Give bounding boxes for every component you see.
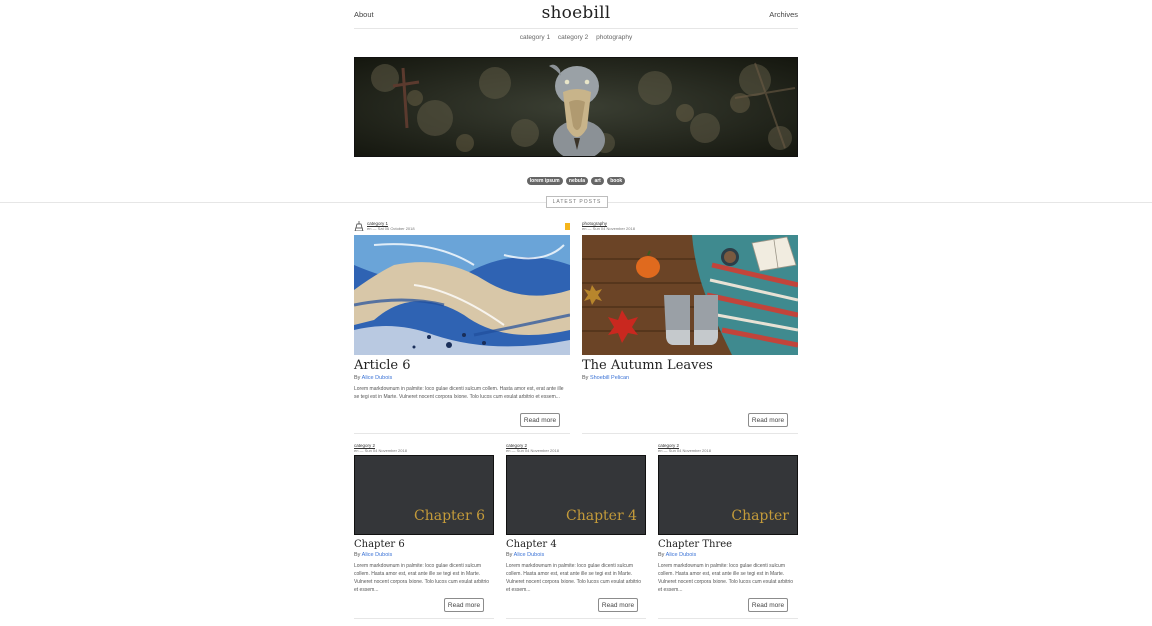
read-more-button[interactable]: Read more — [748, 413, 788, 427]
author-avatar-icon — [354, 221, 364, 231]
post-excerpt: Lorem markdownum in palmite: loco gulae … — [354, 563, 490, 593]
post-excerpt: Lorem markdownum in palmite: loco gulae … — [354, 386, 564, 400]
post-cover-chapter-three[interactable]: Chapter — [658, 455, 798, 535]
post-byline: By Alice Dubois — [354, 552, 392, 558]
card-divider — [582, 433, 798, 434]
post-card-chapter-6[interactable]: category 2 en — Sun 04 November 2018 Cha… — [354, 443, 494, 623]
tag-book[interactable]: book — [607, 177, 626, 185]
post-title[interactable]: Article 6 — [354, 358, 411, 373]
post-card-chapter-three[interactable]: category 2 en — Sun 04 November 2018 Cha… — [658, 443, 798, 623]
post-author-link[interactable]: Alice Dubois — [362, 552, 393, 558]
hero-image-shoebill — [354, 57, 798, 157]
post-title[interactable]: Chapter 6 — [354, 539, 405, 550]
post-title[interactable]: Chapter Three — [658, 539, 732, 550]
byline-prefix: By — [354, 375, 362, 381]
cover-title: Chapter 6 — [414, 508, 485, 524]
post-meta: en — Sat 06 October 2018 — [367, 226, 415, 231]
post-meta: en — Sun 04 November 2018 — [506, 448, 559, 453]
post-card-chapter-4[interactable]: category 2 en — Sun 04 November 2018 Cha… — [506, 443, 646, 623]
category-nav: category 1 category 2 photography — [354, 34, 798, 41]
post-title[interactable]: The Autumn Leaves — [582, 358, 713, 373]
post-excerpt: Lorem markdownum in palmite: loco gulae … — [506, 563, 642, 593]
tag-art[interactable]: art — [591, 177, 604, 185]
tag-cloud: lorem ipsum nebula art book — [354, 177, 798, 185]
card-divider — [354, 618, 494, 619]
bookmark-flag-icon — [565, 223, 570, 230]
post-card-article-6[interactable]: category 1 en — Sat 06 October 2018 Arti… — [354, 221, 570, 436]
post-byline: By Shoebill Pelican — [582, 375, 629, 381]
post-author-link[interactable]: Shoebill Pelican — [590, 375, 629, 381]
hero-shoebill-illustration — [355, 58, 797, 156]
category-link-1[interactable]: category 1 — [520, 34, 550, 41]
cover-title: Chapter 4 — [566, 508, 637, 524]
post-image-autumn-flatlay[interactable] — [582, 235, 798, 355]
latest-posts-label: LATEST POSTS — [546, 196, 608, 208]
card-divider — [658, 618, 798, 619]
marble-art-illustration — [354, 235, 570, 355]
post-author-link[interactable]: Alice Dubois — [666, 552, 697, 558]
byline-prefix: By — [582, 375, 590, 381]
byline-prefix: By — [658, 552, 666, 558]
post-card-the-autumn-leaves[interactable]: photography en — Sun 04 November 2018 Th… — [582, 221, 798, 436]
post-meta: en — Sun 04 November 2018 — [354, 448, 407, 453]
post-byline: By Alice Dubois — [354, 375, 392, 381]
site-header: About shoebill Archives — [354, 0, 798, 29]
tag-lorem-ipsum[interactable]: lorem ipsum — [526, 177, 563, 185]
cover-title: Chapter — [731, 508, 789, 524]
card-divider — [354, 433, 570, 434]
post-author-link[interactable]: Alice Dubois — [514, 552, 545, 558]
post-meta: en — Sun 04 November 2018 — [582, 226, 635, 231]
card-divider — [506, 618, 646, 619]
post-image-marble-art[interactable] — [354, 235, 570, 355]
site-brand[interactable]: shoebill — [354, 3, 798, 23]
category-link-2[interactable]: category 2 — [558, 34, 588, 41]
autumn-flatlay-illustration — [582, 235, 798, 355]
post-author-link[interactable]: Alice Dubois — [362, 375, 393, 381]
category-link-photography[interactable]: photography — [596, 34, 632, 41]
read-more-button[interactable]: Read more — [598, 598, 638, 612]
post-byline: By Alice Dubois — [506, 552, 544, 558]
read-more-button[interactable]: Read more — [520, 413, 560, 427]
read-more-button[interactable]: Read more — [444, 598, 484, 612]
byline-prefix: By — [506, 552, 514, 558]
byline-prefix: By — [354, 552, 362, 558]
read-more-button[interactable]: Read more — [748, 598, 788, 612]
post-meta: en — Sun 04 November 2018 — [658, 448, 711, 453]
post-title[interactable]: Chapter 4 — [506, 539, 557, 550]
post-cover-chapter-6[interactable]: Chapter 6 — [354, 455, 494, 535]
tag-nebula[interactable]: nebula — [565, 177, 589, 185]
post-cover-chapter-4[interactable]: Chapter 4 — [506, 455, 646, 535]
post-excerpt: Lorem markdownum in palmite: loco gulae … — [658, 563, 794, 593]
post-byline: By Alice Dubois — [658, 552, 696, 558]
nav-archives-link[interactable]: Archives — [769, 10, 798, 19]
